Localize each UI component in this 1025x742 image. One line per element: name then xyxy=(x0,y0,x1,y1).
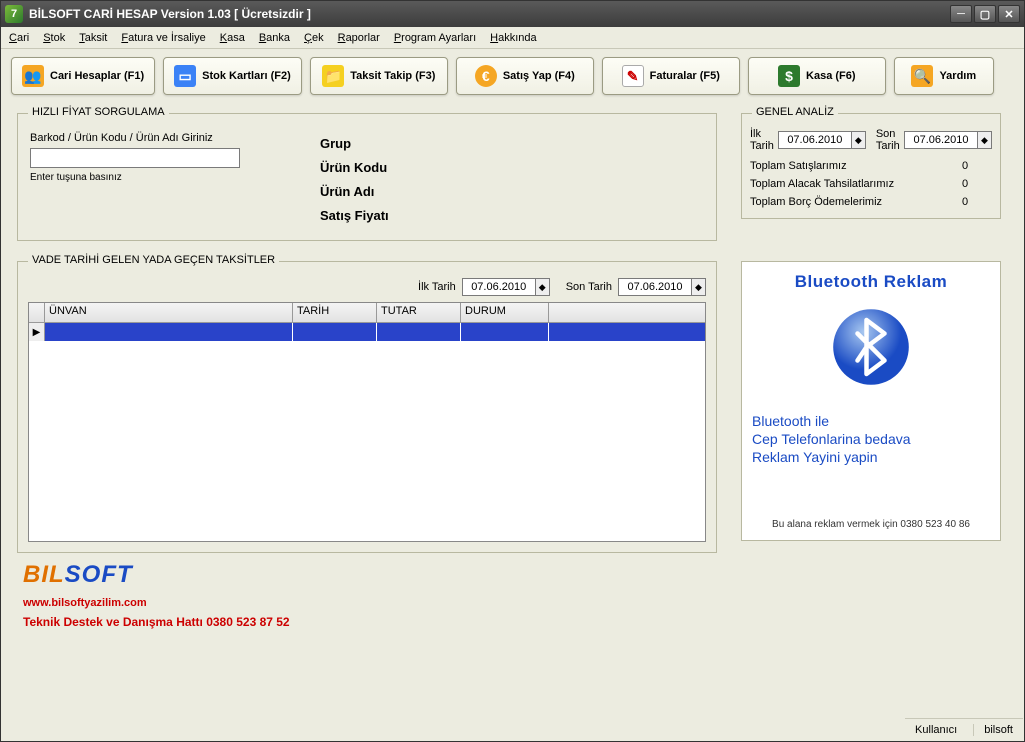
analysis-group: GENEL ANALİZ İlk Tarih ◆ Son Tarih ◆ Top… xyxy=(741,113,1001,219)
bilsoft-logo: BILSOFT xyxy=(23,561,1002,589)
card-icon: ▭ xyxy=(174,65,196,87)
maximize-button[interactable]: ▢ xyxy=(974,5,996,23)
folder-icon: 📁 xyxy=(322,65,344,87)
menu-taksit[interactable]: Taksit xyxy=(79,32,107,44)
euro-icon: € xyxy=(475,65,497,87)
titlebar: 7 BİLSOFT CARİ HESAP Version 1.03 [ Ücre… xyxy=(1,1,1024,27)
user-name: bilsoft xyxy=(973,724,1013,736)
col-tutar[interactable]: TUTAR xyxy=(377,303,461,322)
col-unvan[interactable]: ÜNVAN xyxy=(45,303,293,322)
faturalar-button[interactable]: ✎ Faturalar (F5) xyxy=(602,57,740,95)
btn-label: Faturalar (F5) xyxy=(650,70,720,82)
yardim-button[interactable]: 🔍 Yardım xyxy=(894,57,994,95)
menu-stok[interactable]: Stok xyxy=(43,32,65,44)
ad-panel: Bluetooth Reklam Bluetooth ile Cep Telef… xyxy=(741,261,1001,541)
stat-label: Toplam Borç Ödemelerimiz xyxy=(750,196,882,208)
stat-label: Toplam Alacak Tahsilatlarımız xyxy=(750,178,894,190)
taksit-takip-button[interactable]: 📁 Taksit Takip (F3) xyxy=(310,57,448,95)
group-legend: VADE TARİHİ GELEN YADA GEÇEN TAKSİTLER xyxy=(28,254,279,266)
son-tarih-input[interactable] xyxy=(904,131,978,149)
input-label: Barkod / Ürün Kodu / Ürün Adı Giriniz xyxy=(30,132,270,144)
satis-yap-button[interactable]: € Satış Yap (F4) xyxy=(456,57,594,95)
minimize-button[interactable]: ─ xyxy=(950,5,972,23)
user-label: Kullanıcı xyxy=(915,724,957,736)
col-durum[interactable]: DURUM xyxy=(461,303,549,322)
stat-value: 0 xyxy=(962,178,992,190)
menu-hakkinda[interactable]: Hakkında xyxy=(490,32,536,44)
label-ad: Ürün Adı xyxy=(320,180,389,204)
ad-line: Reklam Yayini yapin xyxy=(752,448,990,466)
label-grup: Grup xyxy=(320,132,389,156)
group-legend: HIZLI FİYAT SORGULAMA xyxy=(28,106,169,118)
website-link[interactable]: www.bilsoftyazilim.com xyxy=(23,597,1002,609)
date-spinner[interactable]: ◆ xyxy=(692,278,706,296)
people-icon: 👥 xyxy=(22,65,44,87)
ilk-tarih-label: İlk Tarih xyxy=(750,128,774,152)
menu-cek[interactable]: Çek xyxy=(304,32,324,44)
date-spinner[interactable]: ◆ xyxy=(852,131,866,149)
kasa-button[interactable]: $ Kasa (F6) xyxy=(748,57,886,95)
son-tarih-label: Son Tarih xyxy=(876,128,900,152)
ad-footer: Bu alana reklam vermek için 0380 523 40 … xyxy=(772,519,970,530)
bluetooth-icon xyxy=(826,302,916,392)
menu-fatura[interactable]: Fatura ve İrsaliye xyxy=(121,32,205,44)
ad-line: Bluetooth ile xyxy=(752,412,990,430)
close-button[interactable]: ✕ xyxy=(998,5,1020,23)
price-lookup-group: HIZLI FİYAT SORGULAMA Barkod / Ürün Kodu… xyxy=(17,113,717,241)
btn-label: Cari Hesaplar (F1) xyxy=(50,70,144,82)
cari-hesaplar-button[interactable]: 👥 Cari Hesaplar (F1) xyxy=(11,57,155,95)
btn-label: Yardım xyxy=(939,70,976,82)
barkod-input[interactable] xyxy=(30,148,240,168)
window-title: BİLSOFT CARİ HESAP Version 1.03 [ Ücrets… xyxy=(29,7,311,21)
menubar: Cari Stok Taksit Fatura ve İrsaliye Kasa… xyxy=(1,27,1024,49)
statusbar: Kullanıcı bilsoft xyxy=(905,718,1023,740)
table-row[interactable]: ▶ xyxy=(29,323,705,341)
menu-ayarlar[interactable]: Program Ayarları xyxy=(394,32,476,44)
date-spinner[interactable]: ◆ xyxy=(978,131,992,149)
stat-value: 0 xyxy=(962,160,992,172)
installments-grid[interactable]: ÜNVAN TARİH TUTAR DURUM ▶ xyxy=(28,302,706,542)
label-kod: Ürün Kodu xyxy=(320,156,389,180)
btn-label: Kasa (F6) xyxy=(806,70,856,82)
group-legend: GENEL ANALİZ xyxy=(752,106,838,118)
ilk-tarih-input[interactable] xyxy=(778,131,852,149)
ad-title: Bluetooth Reklam xyxy=(795,272,948,292)
date-spinner[interactable]: ◆ xyxy=(536,278,550,296)
inst-ilk-tarih-input[interactable] xyxy=(462,278,536,296)
inst-son-tarih-input[interactable] xyxy=(618,278,692,296)
son-tarih-label: Son Tarih xyxy=(566,281,612,293)
money-icon: $ xyxy=(778,65,800,87)
stat-label: Toplam Satışlarımız xyxy=(750,160,847,172)
menu-kasa[interactable]: Kasa xyxy=(220,32,245,44)
btn-label: Stok Kartları (F2) xyxy=(202,70,291,82)
ad-line: Cep Telefonlarina bedava xyxy=(752,430,990,448)
ilk-tarih-label: İlk Tarih xyxy=(418,281,456,293)
menu-raporlar[interactable]: Raporlar xyxy=(338,32,380,44)
stat-value: 0 xyxy=(962,196,992,208)
menu-banka[interactable]: Banka xyxy=(259,32,290,44)
row-indicator-icon: ▶ xyxy=(29,323,45,341)
btn-label: Satış Yap (F4) xyxy=(503,70,575,82)
menu-cari[interactable]: Cari xyxy=(9,32,29,44)
toolbar: 👥Cari Hesaplar (F1) ▭Stok Kartları (F2) … xyxy=(1,49,1024,103)
document-icon: ✎ xyxy=(622,65,644,87)
footer: BILSOFT www.bilsoftyazilim.com Teknik De… xyxy=(1,553,1024,629)
label-fiyat: Satış Fiyatı xyxy=(320,204,389,228)
help-icon: 🔍 xyxy=(911,65,933,87)
btn-label: Taksit Takip (F3) xyxy=(350,70,435,82)
row-indicator-header xyxy=(29,303,45,322)
input-hint: Enter tuşuna basınız xyxy=(30,172,270,183)
installments-group: VADE TARİHİ GELEN YADA GEÇEN TAKSİTLER İ… xyxy=(17,261,717,553)
stok-kartlari-button[interactable]: ▭ Stok Kartları (F2) xyxy=(163,57,302,95)
app-icon: 7 xyxy=(5,5,23,23)
support-text: Teknik Destek ve Danışma Hattı 0380 523 … xyxy=(23,615,1002,629)
col-tarih[interactable]: TARİH xyxy=(293,303,377,322)
